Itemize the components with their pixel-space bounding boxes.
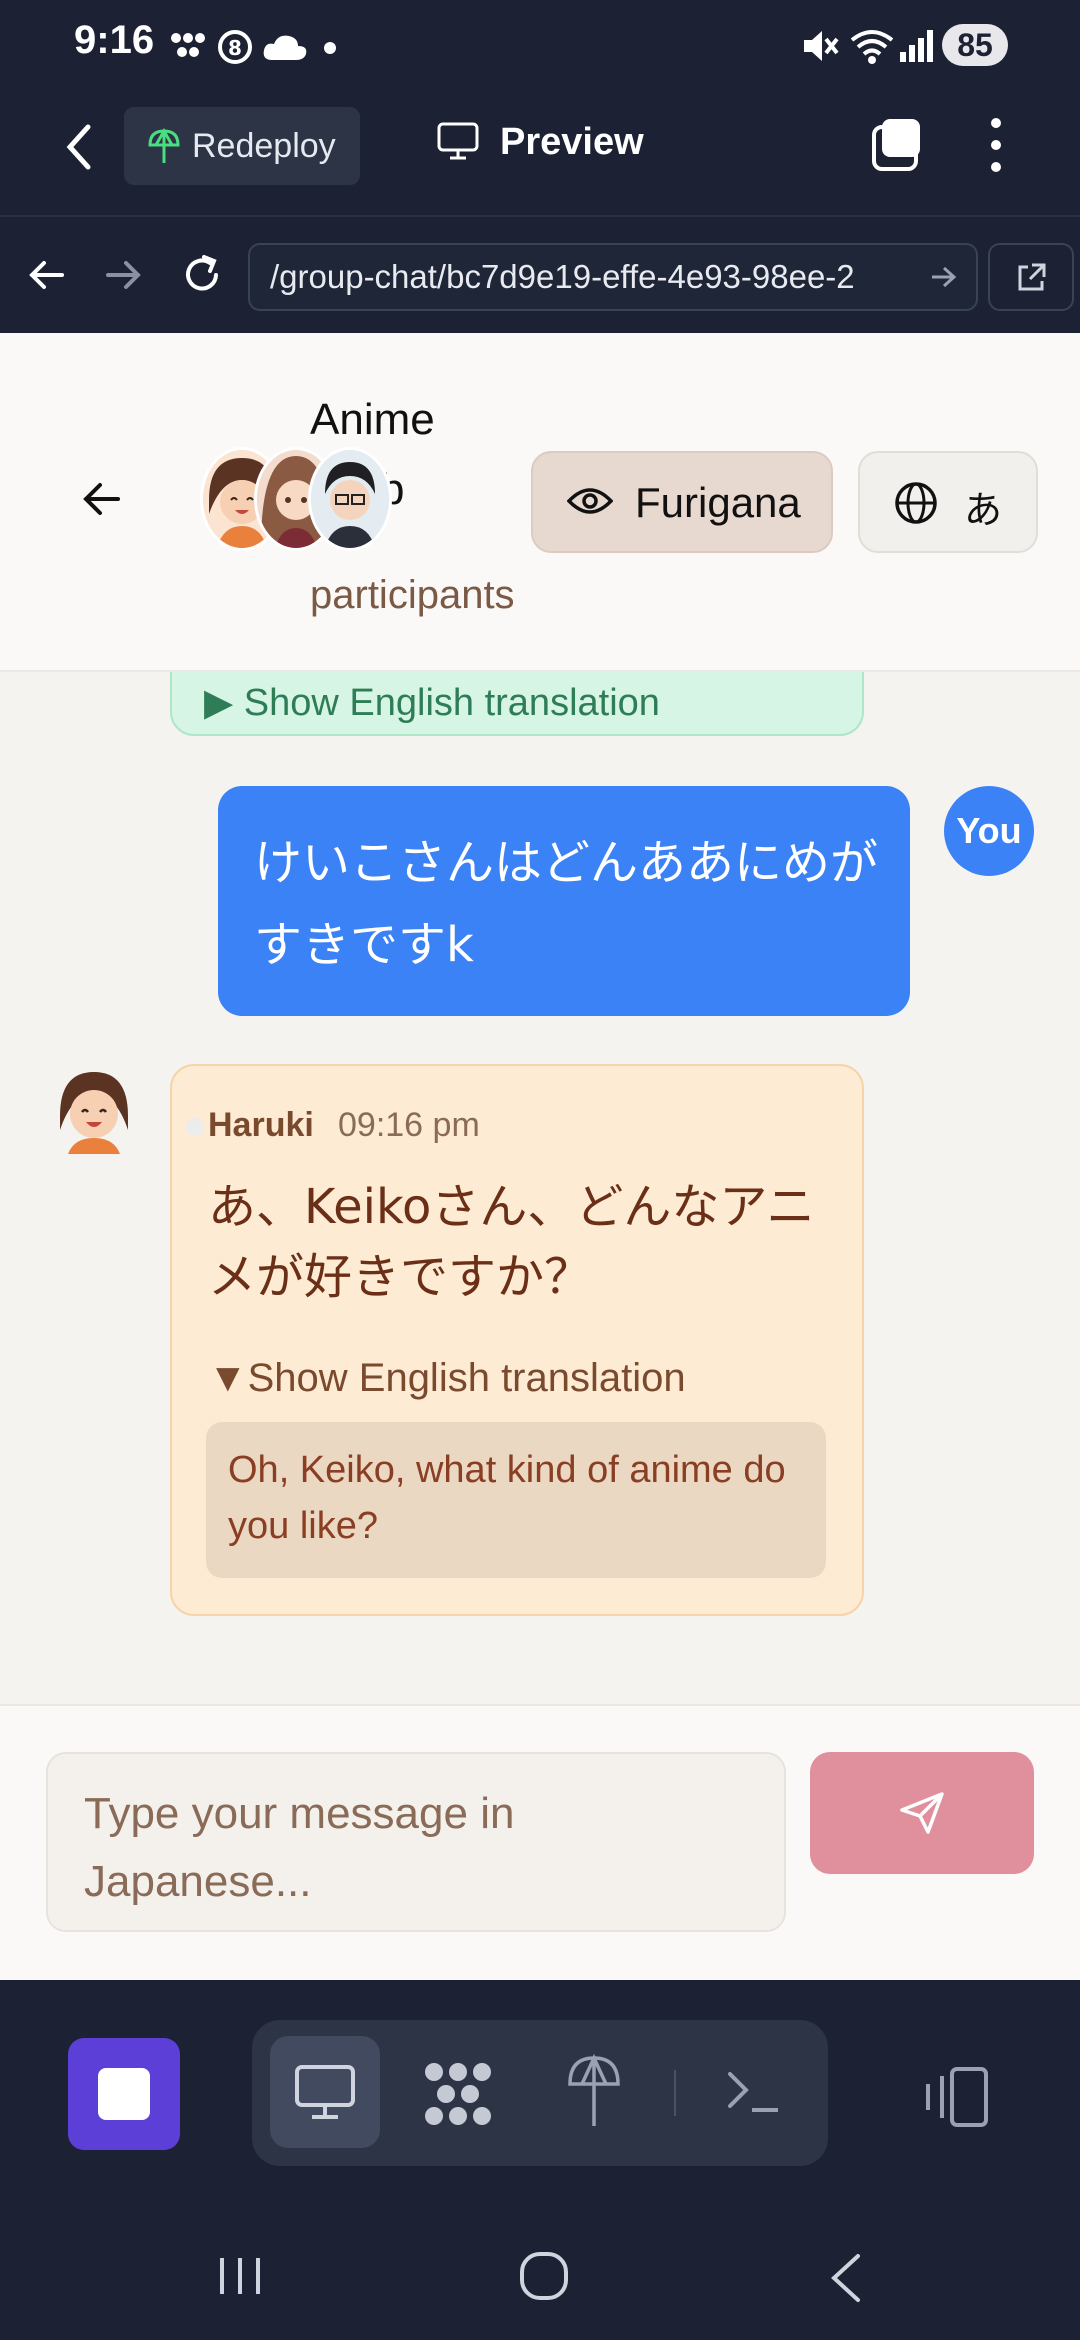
url-bar[interactable]: /group-chat/bc7d9e19-effe-4e93-98ee-2 bbox=[248, 243, 978, 311]
online-indicator bbox=[186, 1118, 204, 1136]
translation-toggle[interactable]: ▶ Show English translation bbox=[204, 680, 660, 725]
wifi-icon bbox=[850, 30, 894, 64]
desktop-tool-button[interactable] bbox=[270, 2036, 380, 2148]
bot-message-bubble: Haruki 09:16 pm あ、Keikoさん、どんなアニメが好きですか？ … bbox=[170, 1064, 864, 1616]
message-time: 09:16 pm bbox=[338, 1106, 480, 1144]
user-avatar-badge: You bbox=[944, 786, 1034, 876]
monitor-icon bbox=[437, 122, 479, 160]
previous-message-bubble: ▶ Show English translation bbox=[170, 672, 864, 736]
app-bar: Redeploy Preview bbox=[0, 95, 1080, 215]
language-toggle-button[interactable]: あ bbox=[858, 451, 1038, 553]
language-label: あ bbox=[964, 488, 1003, 532]
system-nav-bar bbox=[0, 2170, 1080, 2340]
battery-indicator: 85 bbox=[942, 24, 1008, 66]
browser-bar: /group-chat/bc7d9e19-effe-4e93-98ee-2 bbox=[0, 215, 1080, 335]
status-time: 9:16 bbox=[74, 18, 155, 62]
translation-text: Oh, Keiko, what kind of anime do you lik… bbox=[228, 1449, 786, 1547]
recents-icon[interactable] bbox=[216, 2254, 264, 2298]
external-link-icon bbox=[1018, 263, 1046, 291]
composer-bar bbox=[0, 1704, 1080, 1982]
redeploy-label: Redeploy bbox=[192, 127, 336, 165]
furigana-toggle-button[interactable]: Furigana bbox=[531, 451, 833, 553]
avatar bbox=[52, 1064, 136, 1154]
user-message-bubble: けいこさんはどんああにめがすきですk bbox=[218, 786, 910, 1016]
terminal-icon[interactable] bbox=[726, 2068, 782, 2116]
eye-icon bbox=[567, 488, 613, 514]
reload-icon[interactable] bbox=[180, 253, 224, 297]
back-arrow-icon[interactable] bbox=[80, 479, 122, 519]
sync-icon: 8 bbox=[218, 30, 252, 64]
arrow-right-icon[interactable] bbox=[104, 257, 144, 293]
ide-toolbar bbox=[0, 1980, 1080, 2192]
chat-header: Anime b participants Furigana あ bbox=[0, 333, 1080, 672]
more-vertical-icon[interactable] bbox=[984, 115, 1008, 175]
back-nav-icon[interactable] bbox=[826, 2252, 866, 2304]
back-chevron-icon[interactable] bbox=[60, 121, 100, 173]
group-title-line1: Anime bbox=[310, 395, 435, 444]
desktop-icon bbox=[295, 2065, 355, 2119]
go-arrow-icon[interactable] bbox=[930, 265, 958, 289]
deploy-icon[interactable] bbox=[566, 2054, 622, 2130]
grid-icon bbox=[171, 33, 205, 57]
tool-group bbox=[252, 2020, 828, 2166]
translation-box: Oh, Keiko, what kind of anime do you lik… bbox=[206, 1422, 826, 1578]
send-button[interactable] bbox=[810, 1752, 1034, 1874]
device-icon[interactable] bbox=[922, 2066, 990, 2128]
avatar bbox=[308, 447, 392, 551]
deploy-icon bbox=[148, 127, 180, 163]
preview-label: Preview bbox=[500, 121, 644, 163]
dot-icon bbox=[324, 42, 336, 54]
home-icon[interactable] bbox=[518, 2250, 570, 2302]
participants-count: participants bbox=[310, 573, 515, 617]
globe-icon bbox=[895, 482, 937, 524]
nodes-icon[interactable] bbox=[422, 2060, 494, 2128]
bot-message-text: あ、Keikoさん、どんなアニメが好きですか？ bbox=[208, 1179, 815, 1305]
stop-button[interactable] bbox=[68, 2038, 180, 2150]
user-message-text: けいこさんはどんああにめがすきですk bbox=[254, 835, 879, 973]
tabs-icon[interactable] bbox=[868, 115, 926, 173]
arrow-left-icon[interactable] bbox=[26, 257, 66, 293]
external-link-button[interactable] bbox=[988, 243, 1074, 311]
cloud-icon bbox=[263, 35, 307, 60]
translation-toggle[interactable]: ▼Show English translation bbox=[208, 1356, 686, 1401]
url-text: /group-chat/bc7d9e19-effe-4e93-98ee-2 bbox=[270, 258, 855, 295]
signal-icon bbox=[900, 30, 933, 62]
chat-messages: ▶ Show English translation けいこさんはどんああにめが… bbox=[0, 672, 1080, 1704]
status-bar: 9:16 8 85 bbox=[0, 0, 1080, 95]
sender-name: Haruki bbox=[208, 1106, 314, 1144]
mute-icon bbox=[804, 31, 839, 61]
stop-icon bbox=[98, 2068, 150, 2120]
divider bbox=[674, 2070, 676, 2116]
send-icon bbox=[900, 1792, 944, 1834]
redeploy-button[interactable]: Redeploy bbox=[124, 107, 360, 185]
message-input[interactable] bbox=[46, 1752, 786, 1932]
svg-text:8: 8 bbox=[228, 36, 242, 60]
furigana-label: Furigana bbox=[635, 479, 801, 526]
